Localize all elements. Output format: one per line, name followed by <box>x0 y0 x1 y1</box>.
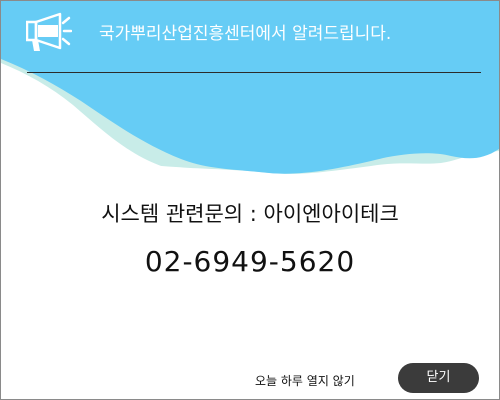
phone-number: 02-6949-5620 <box>144 245 356 278</box>
contact-label: 시스템 관련문의 : 아이엔아이테크 <box>101 202 399 226</box>
megaphone-icon <box>26 12 72 51</box>
notice-popup: 국가뿌리산업진흥센터에서 알려드립니다. 시스템 관련문의 : 아이엔아이테크 … <box>0 0 500 400</box>
header-title: 국가뿌리산업진흥센터에서 알려드립니다. <box>99 24 392 44</box>
close-button[interactable]: 닫기 <box>398 363 479 393</box>
header-divider <box>27 72 481 73</box>
dont-show-today-link[interactable]: 오늘 하루 열지 않기 <box>255 372 355 389</box>
